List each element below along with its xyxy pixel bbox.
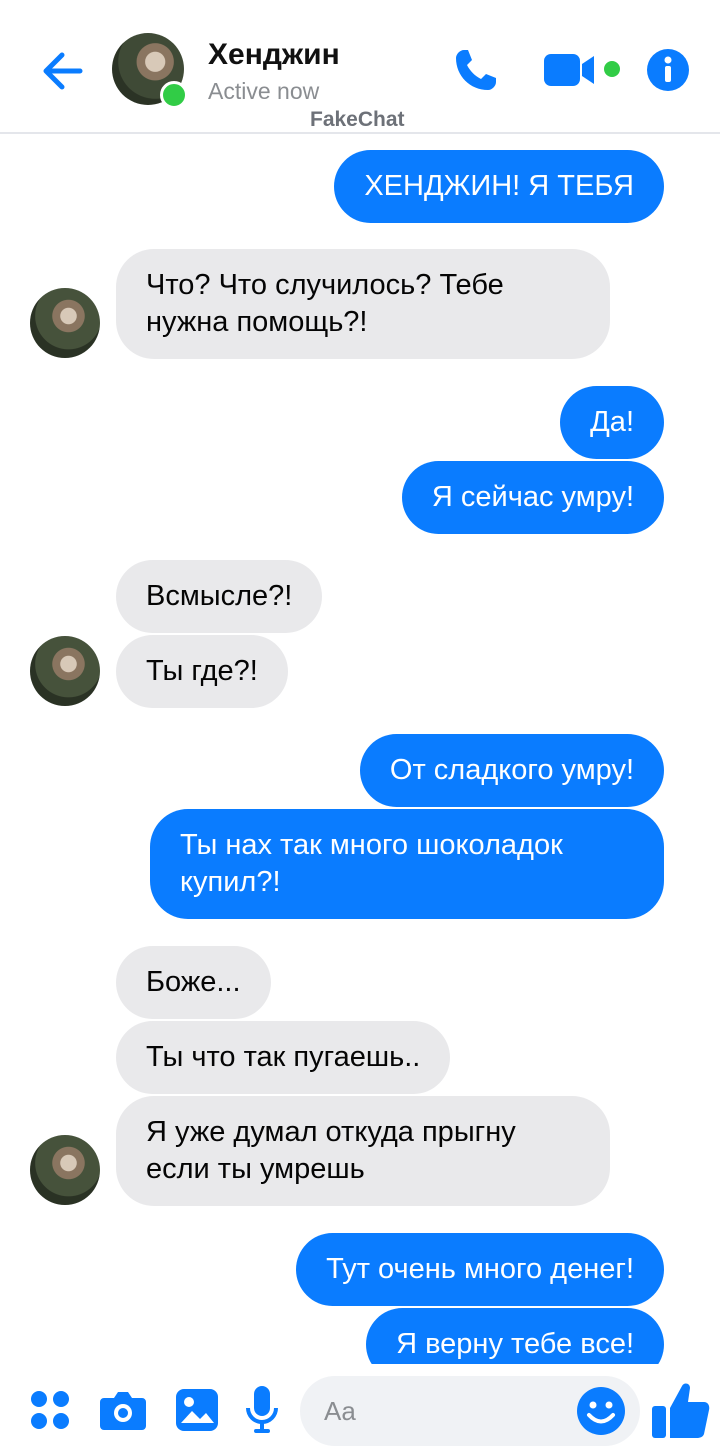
watermark-text: FakeChat	[310, 108, 405, 131]
voice-call-button[interactable]	[450, 44, 502, 96]
message-bubble-outgoing[interactable]: От сладкого умру!	[359, 734, 664, 807]
message-bubble-outgoing[interactable]: Ты нах так много шоколадок купил?!	[150, 809, 664, 919]
message-text: Ты где?!	[146, 655, 258, 687]
sender-avatar[interactable]	[30, 636, 100, 706]
contact-name[interactable]: Хенджин	[208, 38, 340, 72]
message-bubble-outgoing[interactable]: Да!	[560, 386, 664, 459]
emoji-icon	[577, 1387, 625, 1435]
sender-avatar[interactable]	[30, 1135, 100, 1205]
message-text: Я верну тебе все!	[396, 1328, 634, 1360]
message-text-line: Я уже думал откуда прыгну	[146, 1116, 516, 1148]
message-text: ХЕНДЖИН! Я ТЕБЯ	[364, 170, 634, 202]
message-bubble-incoming[interactable]: Что? Что случилось? Тебе нужна помощь?!	[116, 249, 610, 359]
gallery-button[interactable]	[176, 1389, 218, 1436]
voice-message-button[interactable]	[246, 1386, 278, 1439]
menu-dots-icon	[31, 1391, 69, 1429]
message-text: Да!	[590, 406, 634, 438]
camera-icon	[100, 1392, 146, 1430]
message-bubble-incoming[interactable]: Ты что так пугаешь..	[116, 1021, 451, 1094]
menu-button[interactable]	[30, 1390, 70, 1435]
video-camera-icon	[544, 54, 620, 86]
camera-button[interactable]	[100, 1390, 146, 1435]
message-text: Боже...	[146, 966, 241, 998]
message-text-line: купил?!	[180, 866, 281, 898]
message-bubble-incoming[interactable]: Ты где?!	[116, 635, 288, 708]
message-text-line: нужна помощь?!	[146, 306, 368, 338]
chat-header: Хенджин Active now FakeChat	[0, 0, 720, 134]
back-button[interactable]	[38, 46, 88, 96]
message-text: Ты что так пугаешь..	[146, 1041, 421, 1073]
message-text-line: Что? Что случилось? Тебе	[146, 269, 504, 301]
message-text: Я сейчас умру!	[431, 481, 634, 513]
contact-status: Active now	[208, 78, 320, 104]
message-text: Всмысле?!	[146, 580, 293, 612]
message-text: От сладкого умру!	[389, 754, 634, 786]
thumbs-up-icon	[652, 1383, 710, 1438]
emoji-button[interactable]	[576, 1386, 626, 1441]
message-bubble-incoming[interactable]: Я уже думал откуда прыгну если ты умрешь	[116, 1096, 610, 1206]
message-bubble-outgoing[interactable]: ХЕНДЖИН! Я ТЕБЯ	[334, 150, 664, 223]
gallery-icon	[176, 1389, 218, 1431]
video-call-button[interactable]	[544, 52, 624, 88]
microphone-icon	[246, 1386, 278, 1433]
like-button[interactable]	[652, 1380, 710, 1445]
message-text: Тут очень много денег!	[326, 1253, 634, 1285]
online-indicator	[160, 81, 188, 109]
message-bubble-outgoing[interactable]: Я сейчас умру!	[401, 461, 664, 534]
message-bubble-incoming[interactable]: Всмысле?!	[116, 560, 323, 633]
message-bubble-incoming[interactable]: Боже...	[116, 946, 271, 1019]
message-bubble-outgoing[interactable]: Тут очень много денег!	[296, 1233, 664, 1306]
message-text-line: Ты нах так много шоколадок	[180, 829, 563, 861]
info-icon	[647, 49, 689, 91]
info-button[interactable]	[646, 48, 690, 92]
sender-avatar[interactable]	[30, 288, 100, 358]
contact-avatar[interactable]	[112, 33, 188, 109]
message-text-line: если ты умрешь	[146, 1153, 365, 1185]
back-arrow-icon	[43, 52, 83, 90]
phone-icon	[456, 50, 496, 90]
